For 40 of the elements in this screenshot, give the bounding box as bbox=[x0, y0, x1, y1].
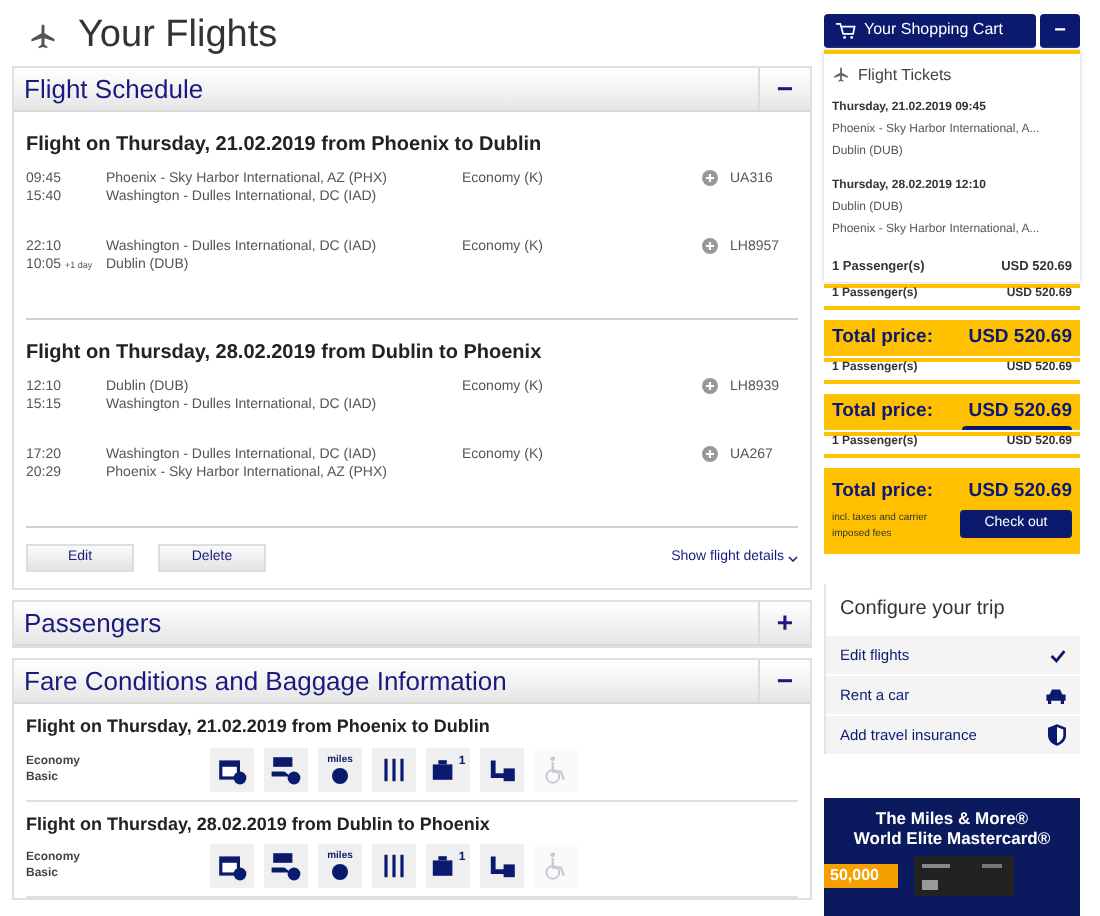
ad-headline: World Elite Mastercard® bbox=[851, 828, 1053, 849]
plane-icon bbox=[28, 22, 58, 52]
ad-banner[interactable]: The Miles & More® World Elite Mastercard® 50,000 bbox=[824, 798, 1080, 916]
car-icon bbox=[1046, 687, 1066, 704]
section-title: Flight Schedule bbox=[22, 71, 206, 108]
page-title: Your Flights bbox=[78, 12, 278, 61]
toggle-button[interactable]: + bbox=[758, 602, 810, 644]
total-amount: USD 520.69 bbox=[968, 324, 1072, 353]
total-label: Total price: bbox=[832, 477, 933, 506]
button-edge bbox=[962, 425, 1072, 430]
section-header[interactable]: Passengers + bbox=[14, 602, 810, 646]
ad-tag: 50,000 bbox=[824, 864, 899, 889]
ad-headline: The Miles & More® bbox=[873, 808, 1031, 829]
flight-heading: Flight on Thursday, 28.02.2019 from Dublin to Phoenix bbox=[26, 340, 544, 368]
toggle-button[interactable]: − bbox=[758, 68, 810, 110]
section-header[interactable]: Fare Conditions and Baggage Information − bbox=[14, 660, 810, 704]
configure-title: Configure your trip bbox=[826, 584, 1080, 635]
flight-heading: Flight on Thursday, 21.02.2019 from Phoenix to Dublin bbox=[26, 132, 544, 160]
shopping-cart-button[interactable]: Your Shopping Cart bbox=[824, 14, 1036, 48]
total-amount: USD 520.69 bbox=[968, 397, 1072, 426]
info-icon[interactable] bbox=[702, 238, 718, 254]
cart-section-title: Flight Tickets bbox=[858, 63, 952, 88]
info-icon[interactable] bbox=[702, 170, 718, 186]
cart-icon bbox=[836, 21, 856, 40]
info-icon[interactable] bbox=[702, 446, 718, 462]
section-title: Fare Conditions and Baggage Information bbox=[22, 663, 509, 700]
chevron-down-icon bbox=[788, 555, 798, 561]
shield-icon bbox=[1048, 724, 1066, 747]
collapse-button[interactable]: − bbox=[1040, 14, 1080, 48]
total-amount: USD 520.69 bbox=[968, 477, 1072, 506]
total-label: Total price: bbox=[832, 397, 933, 426]
toggle-button[interactable]: − bbox=[758, 660, 810, 702]
info-icon[interactable] bbox=[702, 378, 718, 394]
plane-icon bbox=[832, 66, 850, 85]
section-header[interactable]: Flight Schedule − bbox=[14, 68, 810, 112]
section-title: Passengers bbox=[22, 605, 164, 642]
checkmark-icon bbox=[1050, 647, 1066, 664]
flight-heading: Flight on Thursday, 21.02.2019 from Phoenix to Dublin bbox=[26, 714, 492, 740]
flight-heading: Flight on Thursday, 28.02.2019 from Dublin to Phoenix bbox=[26, 811, 492, 838]
total-label: Total price: bbox=[832, 324, 933, 353]
